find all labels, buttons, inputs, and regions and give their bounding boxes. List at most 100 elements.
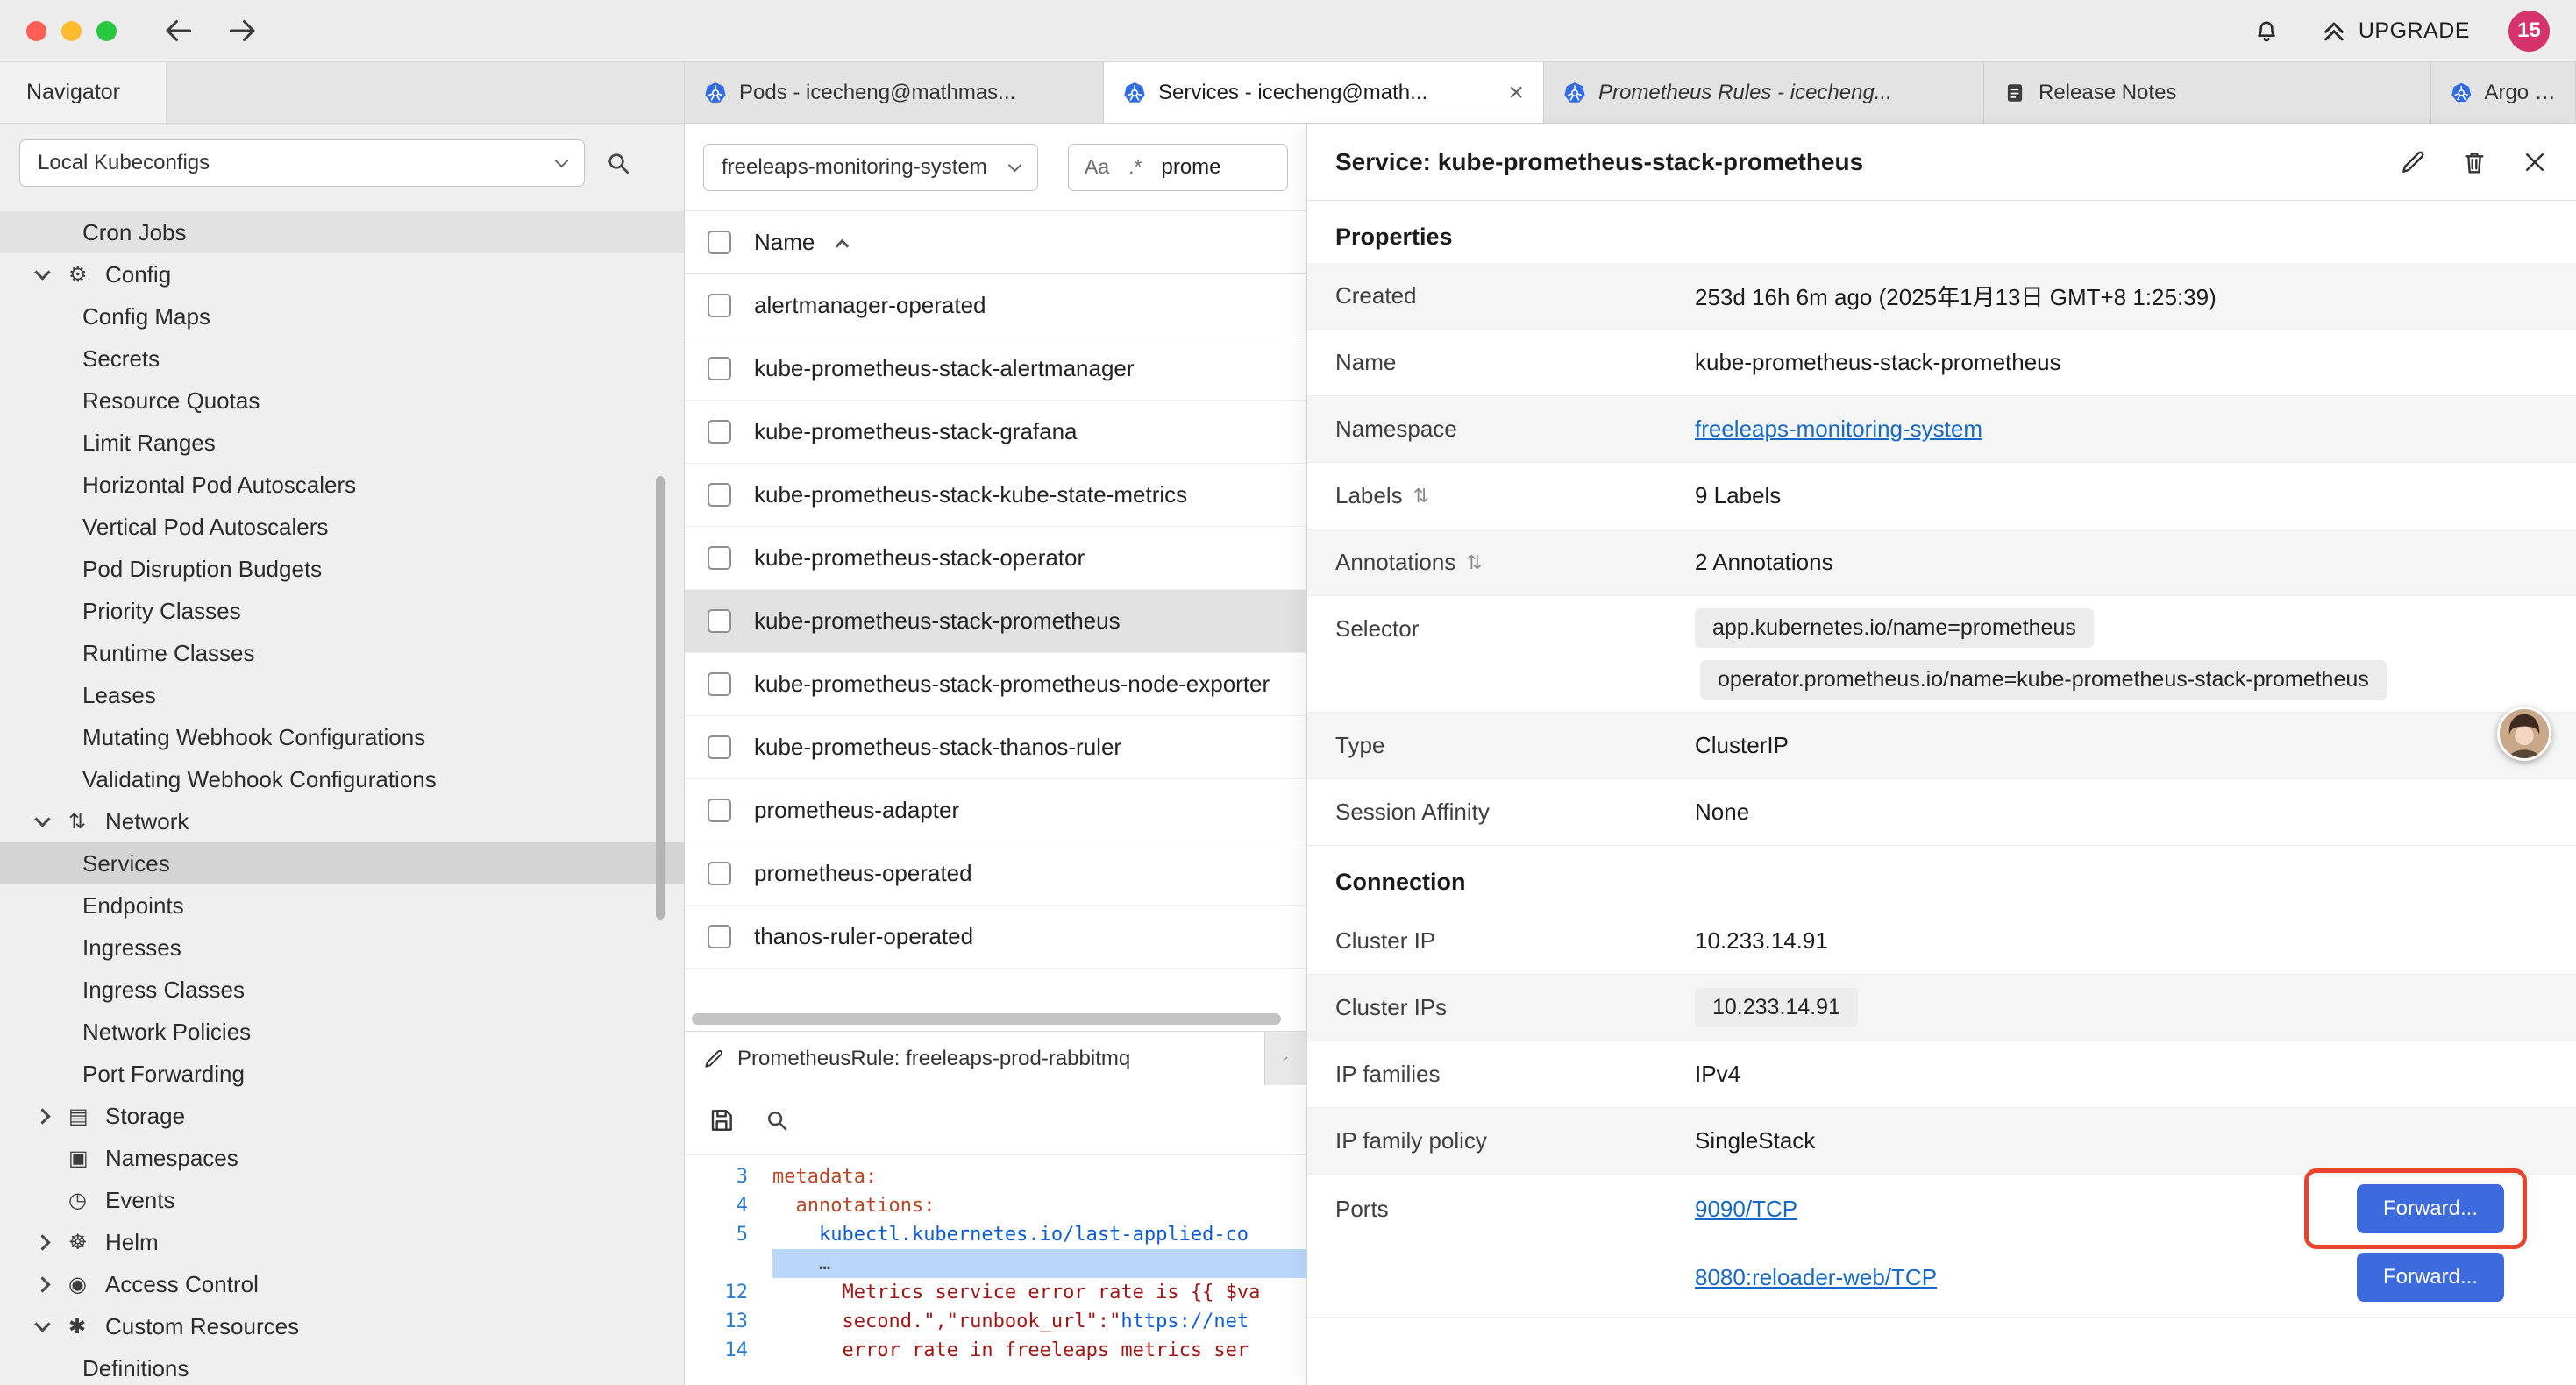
close-icon[interactable] <box>2522 149 2548 175</box>
navigator-panel-tab[interactable]: Navigator <box>0 62 167 123</box>
sidebar-item-runtime-classes[interactable]: Runtime Classes <box>0 632 684 674</box>
sidebar-item-services[interactable]: Services <box>0 842 684 884</box>
row-checkbox[interactable] <box>708 672 731 696</box>
forward-button[interactable]: Forward... <box>2357 1184 2504 1233</box>
row-checkbox[interactable] <box>708 609 731 633</box>
sidebar-item-definitions[interactable]: Definitions <box>0 1347 684 1385</box>
sidebar-item-ingresses[interactable]: Ingresses <box>0 927 684 969</box>
sidebar-item-access-control[interactable]: ◉Access Control <box>0 1263 684 1305</box>
services-search-input[interactable]: Aa .* prome <box>1068 144 1288 191</box>
user-avatar[interactable] <box>2497 707 2551 761</box>
tab-argo[interactable]: Argo Se <box>2431 62 2576 123</box>
code-line[interactable]: … <box>685 1249 1306 1278</box>
port-link[interactable]: 9090/TCP <box>1695 1196 1797 1223</box>
sidebar-item-ingress-classes[interactable]: Ingress Classes <box>0 969 684 1011</box>
tab-release-notes[interactable]: Release Notes <box>1984 62 2431 123</box>
horizontal-scrollbar-thumb[interactable] <box>692 1013 1281 1025</box>
sidebar-item-leases[interactable]: Leases <box>0 674 684 716</box>
code-line[interactable]: 14 error rate in freeleaps metrics ser <box>685 1336 1306 1365</box>
kubeconfig-selector[interactable]: Local Kubeconfigs <box>19 139 585 187</box>
table-row[interactable]: kube-prometheus-stack-thanos-ruler <box>685 716 1306 779</box>
sidebar-item-cron-jobs[interactable]: Cron Jobs <box>0 211 684 253</box>
row-checkbox[interactable] <box>708 420 731 444</box>
row-checkbox[interactable] <box>708 294 731 317</box>
chevron-right-icon[interactable] <box>34 1108 50 1124</box>
sidebar-item-custom-resources[interactable]: ✱Custom Resources <box>0 1305 684 1347</box>
table-row[interactable]: thanos-ruler-operated <box>685 906 1306 969</box>
sidebar-item-config-maps[interactable]: Config Maps <box>0 295 684 337</box>
code-line[interactable]: 5 kubectl.kubernetes.io/last-applied-co <box>685 1220 1306 1249</box>
match-case-toggle[interactable]: Aa <box>1085 155 1109 179</box>
sidebar-item-mutating-webhook-configurations[interactable]: Mutating Webhook Configurations <box>0 716 684 758</box>
forward-button[interactable]: Forward... <box>2357 1253 2504 1302</box>
forward-button[interactable] <box>227 15 259 46</box>
notifications-bell-icon[interactable] <box>2252 16 2281 46</box>
code-editor[interactable]: 3metadata:4 annotations:5 kubectl.kubern… <box>685 1155 1306 1385</box>
trash-icon[interactable] <box>2460 148 2488 176</box>
editor-search-icon[interactable] <box>764 1107 790 1133</box>
chevron-down-icon[interactable] <box>34 264 50 280</box>
expand-annotations-icon[interactable]: ⇅ <box>1466 551 1482 574</box>
row-checkbox[interactable] <box>708 546 731 570</box>
namespace-filter-select[interactable]: freeleaps-monitoring-system <box>703 144 1038 191</box>
chevron-right-icon[interactable] <box>34 1234 50 1250</box>
row-checkbox[interactable] <box>708 925 731 948</box>
row-checkbox[interactable] <box>708 799 731 822</box>
code-line[interactable]: 12 Metrics service error rate is {{ $va <box>685 1278 1306 1307</box>
table-row[interactable]: prometheus-operated <box>685 842 1306 906</box>
sidebar-item-pod-disruption-budgets[interactable]: Pod Disruption Budgets <box>0 548 684 590</box>
table-row[interactable]: kube-prometheus-stack-prometheus-node-ex… <box>685 653 1306 716</box>
upgrade-button[interactable]: UPGRADE <box>2320 17 2470 45</box>
row-checkbox[interactable] <box>708 735 731 759</box>
table-row[interactable]: prometheus-adapter <box>685 779 1306 842</box>
sidebar-item-helm[interactable]: ☸Helm <box>0 1221 684 1263</box>
chevron-down-icon[interactable] <box>34 1316 50 1332</box>
code-line[interactable]: 4 annotations: <box>685 1191 1306 1220</box>
expand-labels-icon[interactable]: ⇅ <box>1413 485 1429 508</box>
table-row[interactable]: alertmanager-operated <box>685 274 1306 337</box>
horizontal-scrollbar[interactable] <box>692 1010 1299 1027</box>
sidebar-item-secrets[interactable]: Secrets <box>0 337 684 380</box>
sidebar-item-network-policies[interactable]: Network Policies <box>0 1011 684 1053</box>
sidebar-item-network[interactable]: ⇅Network <box>0 800 684 842</box>
sidebar-item-priority-classes[interactable]: Priority Classes <box>0 590 684 632</box>
window-minimize-button[interactable] <box>61 21 82 41</box>
port-link[interactable]: 8080:reloader-web/TCP <box>1695 1264 1937 1291</box>
row-checkbox[interactable] <box>708 357 731 380</box>
table-row[interactable]: kube-prometheus-stack-prometheus <box>685 590 1306 653</box>
sidebar-item-namespaces[interactable]: ▣Namespaces <box>0 1137 684 1179</box>
sidebar-item-endpoints[interactable]: Endpoints <box>0 884 684 927</box>
editor-tab-next[interactable] <box>1265 1032 1306 1085</box>
chevron-down-icon[interactable] <box>34 811 50 827</box>
editor-tab-prometheusrule[interactable]: PrometheusRule: freeleaps-prod-rabbitmq <box>685 1032 1265 1085</box>
sidebar-item-port-forwarding[interactable]: Port Forwarding <box>0 1053 684 1095</box>
sort-ascending-icon[interactable] <box>836 238 850 252</box>
notification-count-badge[interactable]: 15 <box>2508 11 2550 52</box>
row-checkbox[interactable] <box>708 862 731 885</box>
sidebar-search-icon[interactable] <box>604 149 632 177</box>
chevron-right-icon[interactable] <box>34 1276 50 1292</box>
sidebar-item-config[interactable]: ⚙Config <box>0 253 684 295</box>
tab-close-icon[interactable]: × <box>1499 80 1524 106</box>
save-icon[interactable] <box>708 1106 736 1134</box>
edit-pencil-icon[interactable] <box>2399 148 2427 176</box>
name-column-header[interactable]: Name <box>754 229 815 256</box>
namespace-link[interactable]: freeleaps-monitoring-system <box>1695 416 1982 442</box>
code-line[interactable]: 13 second.","runbook_url":"https://net <box>685 1307 1306 1336</box>
sidebar-item-horizontal-pod-autoscalers[interactable]: Horizontal Pod Autoscalers <box>0 464 684 506</box>
sidebar-item-limit-ranges[interactable]: Limit Ranges <box>0 422 684 464</box>
sidebar-item-events[interactable]: ◷Events <box>0 1179 684 1221</box>
window-zoom-button[interactable] <box>96 21 117 41</box>
sidebar-item-vertical-pod-autoscalers[interactable]: Vertical Pod Autoscalers <box>0 506 684 548</box>
tab-services[interactable]: Services - icecheng@math... × <box>1104 62 1544 123</box>
code-line[interactable]: 3metadata: <box>685 1162 1306 1191</box>
tab-pods[interactable]: Pods - icecheng@mathmas... <box>685 62 1104 123</box>
select-all-checkbox[interactable] <box>708 231 731 254</box>
sidebar-scrollbar[interactable] <box>656 476 665 920</box>
sidebar-item-validating-webhook-configurations[interactable]: Validating Webhook Configurations <box>0 758 684 800</box>
tab-prometheus-rules[interactable]: Prometheus Rules - icecheng... <box>1544 62 1984 123</box>
table-row[interactable]: kube-prometheus-stack-kube-state-metrics <box>685 464 1306 527</box>
sidebar-item-storage[interactable]: ▤Storage <box>0 1095 684 1137</box>
table-row[interactable]: kube-prometheus-stack-grafana <box>685 401 1306 464</box>
row-checkbox[interactable] <box>708 483 731 507</box>
